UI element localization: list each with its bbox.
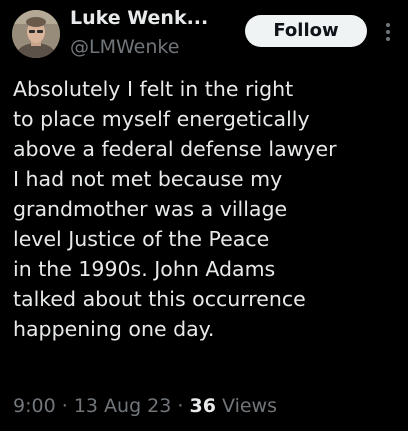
tweet-text-line: I had not met because my [13, 167, 283, 191]
follow-button[interactable]: Follow [245, 15, 367, 47]
tweet-text: Absolutely I felt in the right to place … [13, 74, 403, 344]
tweet-meta: 9:00 · 13 Aug 23 · 36 Views [13, 393, 277, 419]
tweet-text-line: to place myself energetically [13, 107, 310, 131]
tweet-card: Luke Wenk... @LMWenke Follow Absolutely … [0, 0, 408, 431]
tweet-text-line: level Justice of the Peace [13, 227, 270, 251]
tweet-text-line: grandmother was a village [13, 197, 288, 221]
tweet-text-line: above a federal defense lawyer [13, 137, 337, 161]
author-avatar[interactable] [12, 10, 60, 58]
meta-separator: · [177, 395, 184, 417]
tweet-text-line: Absolutely I felt in the right [13, 77, 294, 101]
author-handle[interactable]: @LMWenke [70, 35, 179, 59]
profile-photo-icon [12, 10, 60, 58]
tweet-text-line: talked about this occurrence [13, 287, 306, 311]
tweet-date[interactable]: 13 Aug 23 [74, 395, 172, 417]
more-vertical-icon[interactable] [380, 20, 396, 44]
tweet-text-line: in the 1990s. John Adams [13, 257, 276, 281]
tweet-text-line: happening one day. [13, 317, 215, 341]
views-label: Views [222, 395, 277, 417]
meta-separator: · [61, 395, 68, 417]
views-count[interactable]: 36 [190, 395, 216, 417]
tweet-time[interactable]: 9:00 [13, 395, 56, 417]
author-display-name[interactable]: Luke Wenk... [70, 6, 208, 30]
